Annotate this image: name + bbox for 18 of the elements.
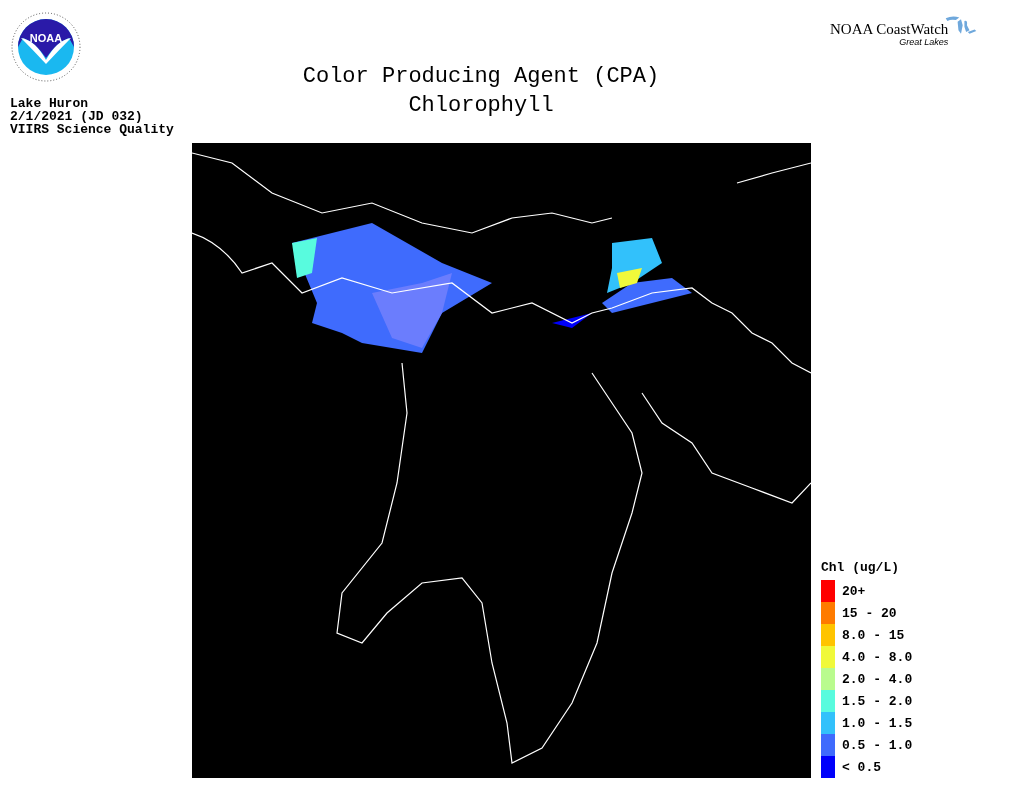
legend-label: < 0.5 [842, 759, 881, 775]
legend-label: 20+ [842, 583, 866, 599]
info-line: VIIRS Science Quality [10, 123, 175, 136]
legend-label: 0.5 - 1.0 [842, 737, 913, 753]
info-line: 2/1/2021 (JD 032) [10, 110, 143, 123]
noaa-logo: NOAA [11, 12, 81, 82]
info-line: Lake Huron [10, 97, 89, 110]
chart-title: Chlorophyll [408, 92, 554, 120]
chart-title: Color Producing Agent (CPA) [302, 63, 660, 91]
legend-label: 4.0 - 8.0 [842, 649, 913, 665]
brand-name: NOAA CoastWatch [830, 22, 949, 37]
legend-label: 1.0 - 1.5 [842, 715, 913, 731]
legend-label: 15 - 20 [842, 605, 897, 621]
legend-label: 1.5 - 2.0 [842, 693, 913, 709]
legend-label: 2.0 - 4.0 [842, 671, 913, 687]
legend-title: Chl (ug/L) [821, 560, 900, 576]
legend-label: 8.0 - 15 [842, 627, 905, 643]
brand-subtitle: Great Lakes [899, 37, 949, 48]
